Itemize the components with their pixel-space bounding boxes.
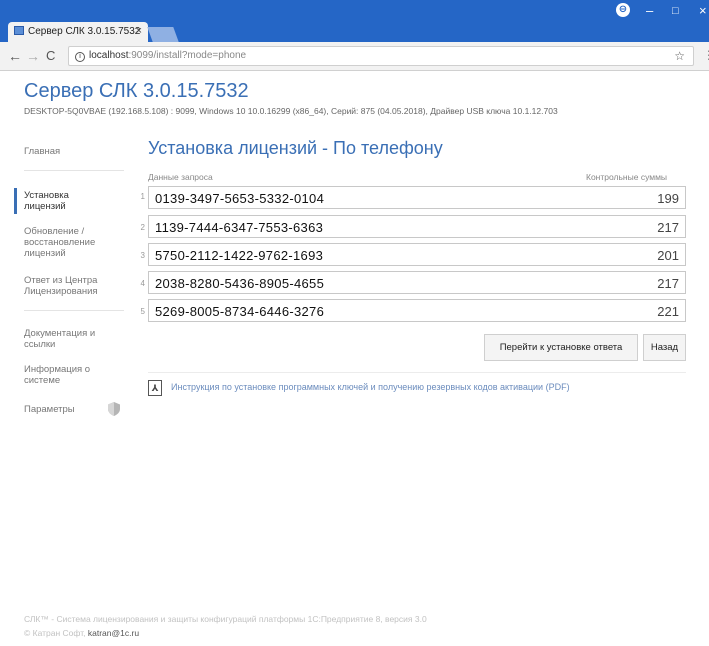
reload-icon[interactable]: C bbox=[46, 48, 55, 63]
tab-title: Сервер СЛК 3.0.15.7532 bbox=[28, 26, 141, 37]
request-row[interactable]: 2038-8280-5436-8905-4655 217 bbox=[148, 271, 686, 294]
sidebar-item-center-response[interactable]: Ответ из Центра Лицензирования bbox=[24, 275, 98, 297]
url-input[interactable]: i localhost:9099/install?mode=phone ☆ bbox=[68, 46, 694, 66]
checksum-value: 201 bbox=[657, 248, 679, 263]
active-indicator bbox=[14, 188, 17, 214]
row-number: 4 bbox=[140, 279, 145, 288]
sidebar-item-settings[interactable]: Параметры bbox=[24, 404, 75, 415]
row-number: 2 bbox=[140, 223, 145, 232]
profile-icon[interactable]: ⊖ bbox=[616, 3, 630, 17]
sidebar-divider bbox=[24, 170, 124, 171]
sidebar-item-docs[interactable]: Документация и ссылки bbox=[24, 328, 95, 350]
back-button[interactable]: Назад bbox=[643, 334, 686, 361]
request-code: 0139-3497-5653-5332-0104 bbox=[155, 191, 325, 206]
browser-titlebar: Сервер СЛК 3.0.15.7532 × ⊖ – □ × bbox=[0, 0, 709, 42]
forward-icon[interactable]: → bbox=[26, 48, 40, 64]
checksum-value: 217 bbox=[657, 220, 679, 235]
sidebar-divider bbox=[24, 310, 124, 311]
row-number: 3 bbox=[140, 251, 145, 260]
checksum-value: 199 bbox=[657, 191, 679, 206]
close-window-button[interactable]: × bbox=[699, 3, 707, 18]
info-icon[interactable]: i bbox=[75, 52, 85, 62]
favicon-icon bbox=[14, 26, 24, 35]
page-title: Установка лицензий - По телефону bbox=[148, 138, 443, 158]
checksum-value: 217 bbox=[657, 276, 679, 291]
pdf-icon: ⅄ bbox=[148, 380, 162, 396]
divider bbox=[148, 372, 686, 373]
request-code: 2038-8280-5436-8905-4655 bbox=[155, 276, 325, 291]
bookmark-star-icon[interactable]: ☆ bbox=[674, 49, 685, 63]
request-row[interactable]: 5269-8005-8734-6446-3276 221 bbox=[148, 299, 686, 322]
sidebar-item-install-licenses[interactable]: Установка лицензий bbox=[24, 190, 69, 212]
url-host: localhost bbox=[89, 50, 129, 61]
maximize-button[interactable]: □ bbox=[672, 5, 679, 17]
sidebar-item-system-info[interactable]: Информация о системе bbox=[24, 364, 90, 386]
request-row[interactable]: 5750-2112-1422-9762-1693 201 bbox=[148, 243, 686, 266]
footer-text: СЛК™ - Система лицензирования и защиты к… bbox=[24, 614, 427, 624]
copyright-text: © Катран Софт, bbox=[24, 628, 86, 638]
menu-icon[interactable]: ⋮ bbox=[703, 48, 709, 62]
sidebar-item-update-licenses[interactable]: Обновление / восстановление лицензий bbox=[24, 226, 95, 259]
request-row[interactable]: 0139-3497-5653-5332-0104 199 bbox=[148, 186, 686, 209]
minimize-button[interactable]: – bbox=[646, 3, 653, 18]
browser-tab[interactable]: Сервер СЛК 3.0.15.7532 × bbox=[8, 22, 148, 42]
column-header-request: Данные запроса bbox=[148, 172, 213, 182]
row-number: 5 bbox=[140, 307, 145, 316]
email-link[interactable]: katran@1c.ru bbox=[88, 628, 139, 638]
shield-icon bbox=[108, 402, 120, 416]
request-code: 1139-7444-6347-7553-6363 bbox=[155, 220, 324, 235]
footer-copyright: © Катран Софт, katran@1c.ru bbox=[24, 628, 139, 638]
tab-close-icon[interactable]: × bbox=[136, 25, 142, 37]
app-title: Сервер СЛК 3.0.15.7532 bbox=[24, 80, 249, 102]
sidebar-item-home[interactable]: Главная bbox=[24, 146, 60, 157]
request-code: 5269-8005-8734-6446-3276 bbox=[155, 304, 325, 319]
back-icon[interactable]: ← bbox=[8, 48, 22, 64]
url-path: :9099/install?mode=phone bbox=[128, 50, 247, 61]
row-number: 1 bbox=[140, 192, 145, 201]
column-header-checksum: Контрольные суммы bbox=[586, 172, 668, 182]
server-info: DESKTOP-5Q0VBAE (192.168.5.108) : 9099, … bbox=[24, 106, 558, 116]
pdf-instruction-link[interactable]: Инструкция по установке программных ключ… bbox=[171, 382, 570, 392]
checksum-value: 221 bbox=[657, 304, 679, 319]
address-bar: ← → C i localhost:9099/install?mode=phone… bbox=[0, 42, 709, 71]
go-to-response-button[interactable]: Перейти к установке ответа bbox=[484, 334, 638, 361]
request-code: 5750-2112-1422-9762-1693 bbox=[155, 248, 324, 263]
request-row[interactable]: 1139-7444-6347-7553-6363 217 bbox=[148, 215, 686, 238]
new-tab-button[interactable] bbox=[147, 27, 179, 42]
